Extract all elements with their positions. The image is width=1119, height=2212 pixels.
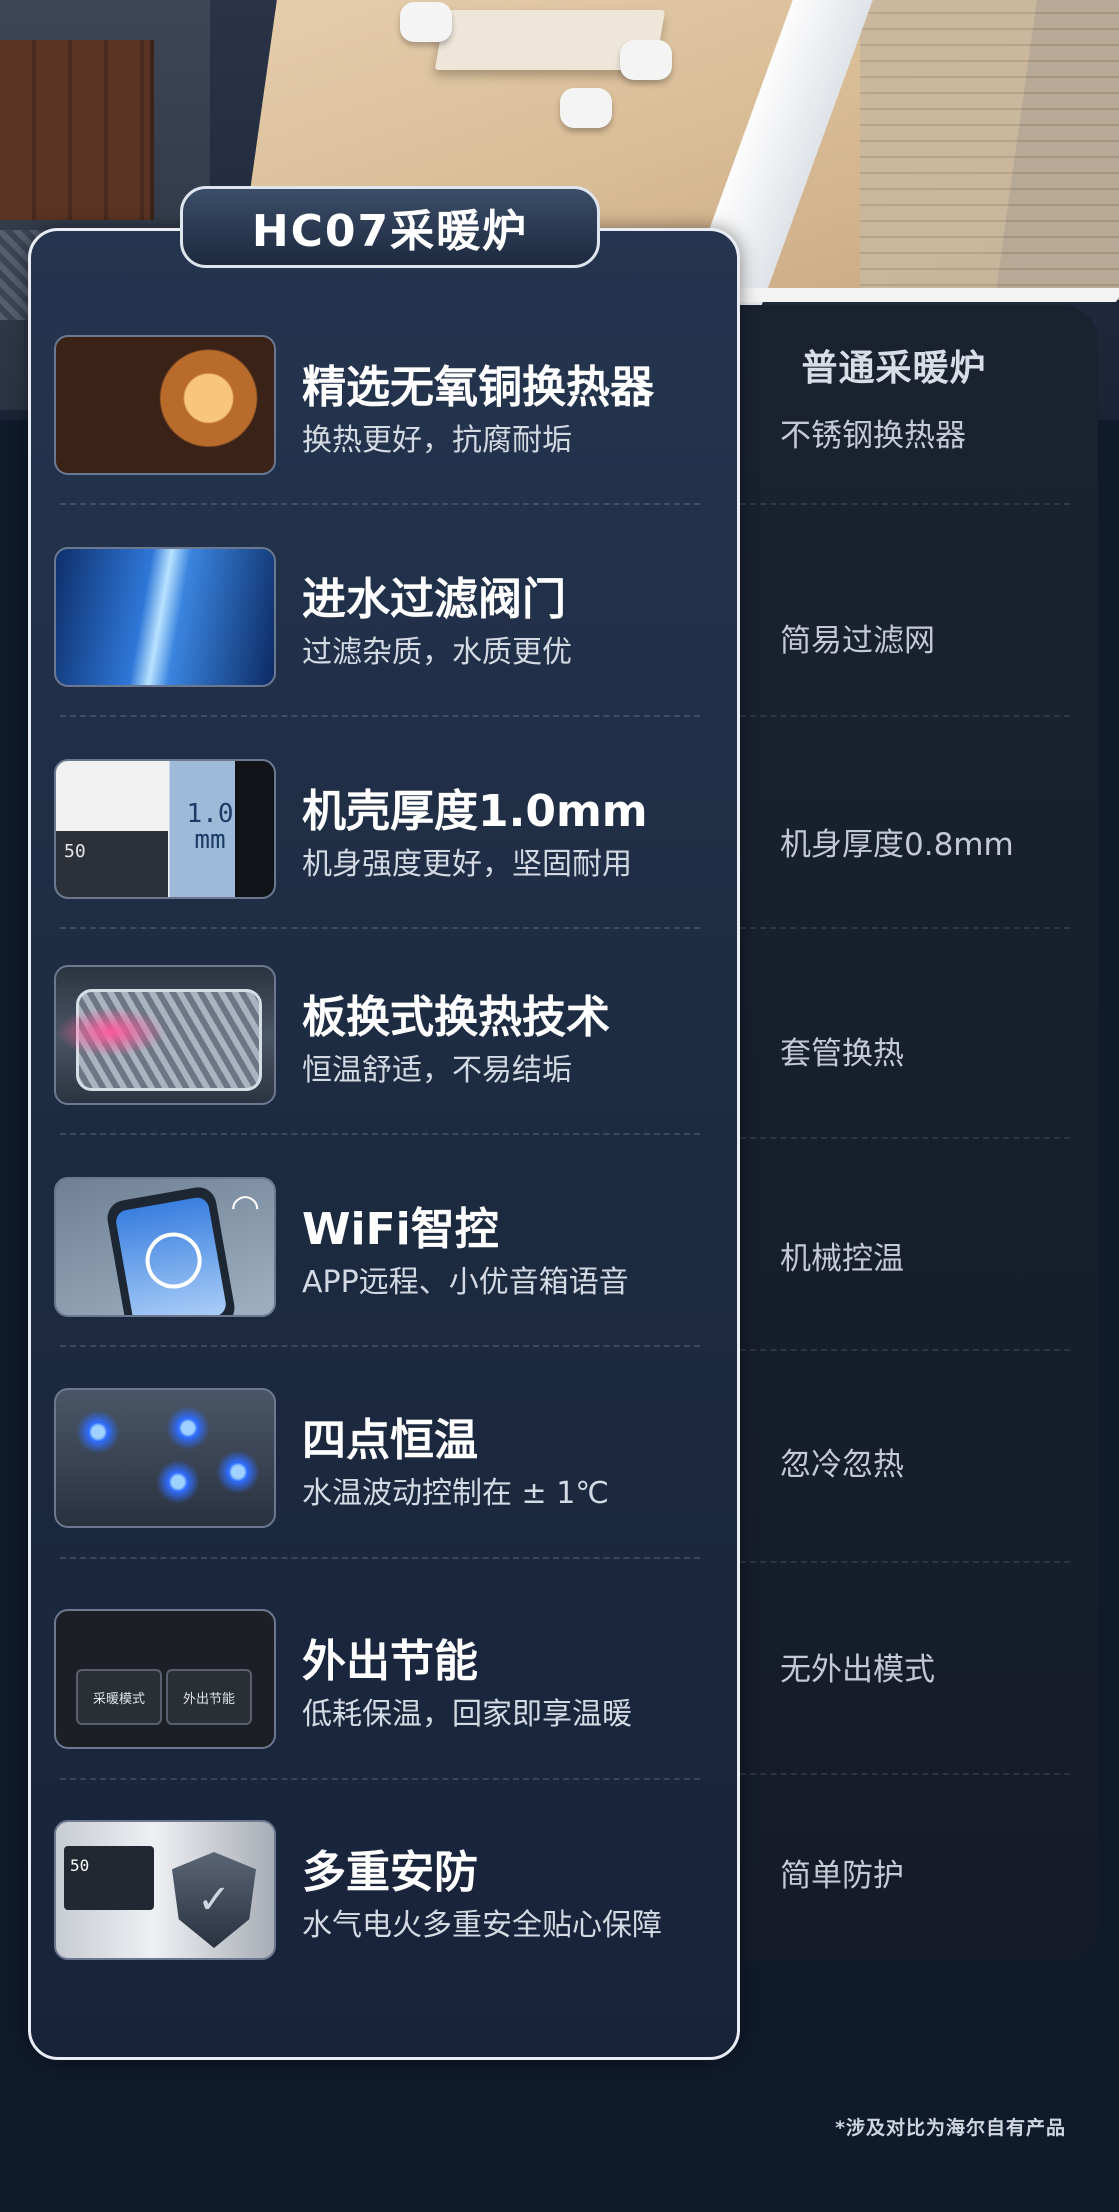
feature-subtitle: 机身强度更好，坚固耐用 (302, 847, 632, 882)
phone-screen (114, 1195, 228, 1315)
water-filter-valve-icon (54, 547, 276, 687)
feature-title: WiFi智控 (302, 1204, 499, 1255)
feature-row: 50 1.0 mm 机壳厚度1.0mm 机身强度更好，坚固耐用 (54, 739, 709, 909)
competitor-title: 普通采暖炉 (801, 348, 987, 389)
footnote: *涉及对比为海尔自有产品 (835, 2117, 1066, 2139)
divider (60, 503, 700, 505)
divider (730, 1773, 1070, 1775)
divider (60, 715, 700, 717)
feature-title: 四点恒温 (302, 1415, 478, 1466)
divider (730, 503, 1070, 505)
divider (60, 1345, 700, 1347)
feature-subtitle: 低耗保温，回家即享温暖 (302, 1697, 632, 1732)
divider (60, 1778, 700, 1780)
divider (730, 1349, 1070, 1351)
competitor-panel: 普通采暖炉 不锈钢换热器 简易过滤网 机身厚度0.8mm 套管换热 机械控温 忽… (690, 305, 1098, 1961)
casing-thickness-icon: 50 1.0 mm (54, 759, 276, 899)
feature-subtitle: 过滤杂质，水质更优 (302, 635, 572, 670)
safety-shield-icon: 50 ✓ (54, 1820, 276, 1960)
divider (60, 1133, 700, 1135)
chair (560, 88, 612, 128)
competitor-value: 机身厚度0.8mm (780, 827, 1014, 863)
wifi-signal-icon: ◠ (230, 1187, 260, 1227)
feature-title: 机壳厚度1.0mm (302, 786, 648, 837)
flame-icon (76, 1410, 120, 1454)
competitor-value: 无外出模式 (780, 1652, 935, 1688)
competitor-value: 忽冷忽热 (780, 1447, 904, 1483)
divider (730, 1137, 1070, 1139)
feature-subtitle: 水气电火多重安全贴心保障 (302, 1908, 662, 1943)
temp-dial-icon (141, 1228, 207, 1293)
mode-button-label: 外出节能 (166, 1669, 252, 1725)
feature-title: 精选无氧铜换热器 (302, 362, 654, 413)
chair (620, 40, 672, 80)
phone (104, 1184, 238, 1315)
competitor-value: 简易过滤网 (780, 623, 935, 659)
four-point-flame-icon (54, 1388, 276, 1528)
display-digits: 50 (64, 841, 86, 862)
copper-heat-exchanger-icon (54, 335, 276, 475)
divider (730, 927, 1070, 929)
feature-row: 四点恒温 水温波动控制在 ± 1℃ (54, 1368, 709, 1538)
feature-title: 多重安防 (302, 1847, 478, 1898)
divider (730, 1561, 1070, 1563)
feature-row: 板换式换热技术 恒温舒适，不易结垢 (54, 945, 709, 1115)
plate-heat-exchanger-icon (54, 965, 276, 1105)
chair (400, 2, 452, 42)
flame-icon (166, 1406, 210, 1450)
feature-subtitle: 水温波动控制在 ± 1℃ (302, 1476, 609, 1511)
competitor-value: 简单防护 (780, 1858, 904, 1894)
competitor-value: 机械控温 (780, 1241, 904, 1277)
divider (60, 1557, 700, 1559)
divider (60, 927, 700, 929)
competitor-value: 不锈钢换热器 (780, 418, 966, 454)
wooden-door (0, 40, 154, 220)
wifi-phone-icon: ◠ (54, 1177, 276, 1317)
feature-title: 外出节能 (302, 1636, 478, 1687)
feature-row: ◠ WiFi智控 APP远程、小优音箱语音 (54, 1157, 709, 1327)
divider (730, 715, 1070, 717)
feature-row: 采暖模式 外出节能 外出节能 低耗保温，回家即享温暖 (54, 1589, 709, 1759)
feature-row: 50 ✓ 多重安防 水气电火多重安全贴心保障 (54, 1800, 709, 1970)
feature-row: 进水过滤阀门 过滤杂质，水质更优 (54, 527, 709, 697)
flame-icon (156, 1460, 200, 1504)
away-mode-panel-icon: 采暖模式 外出节能 (54, 1609, 276, 1749)
shield-check-icon: ✓ (172, 1852, 256, 1948)
flame-icon (216, 1450, 260, 1494)
display-digits: 50 (70, 1856, 90, 1875)
mode-button-label: 采暖模式 (76, 1669, 162, 1725)
feature-row: 精选无氧铜换热器 换热更好，抗腐耐垢 (54, 315, 709, 485)
feature-title: 板换式换热技术 (302, 992, 610, 1043)
brick-wall (860, 0, 1119, 300)
feature-subtitle: APP远程、小优音箱语音 (302, 1265, 629, 1300)
feature-title: 进水过滤阀门 (302, 574, 566, 625)
feature-subtitle: 恒温舒适，不易结垢 (302, 1053, 572, 1088)
feature-subtitle: 换热更好，抗腐耐垢 (302, 423, 572, 458)
thickness-label: 1.0 mm (186, 799, 234, 855)
heat-glow (56, 1007, 166, 1057)
product-title: HC07采暖炉 (251, 206, 529, 257)
product-title-badge: HC07采暖炉 (180, 186, 600, 268)
competitor-value: 套管换热 (780, 1036, 904, 1072)
